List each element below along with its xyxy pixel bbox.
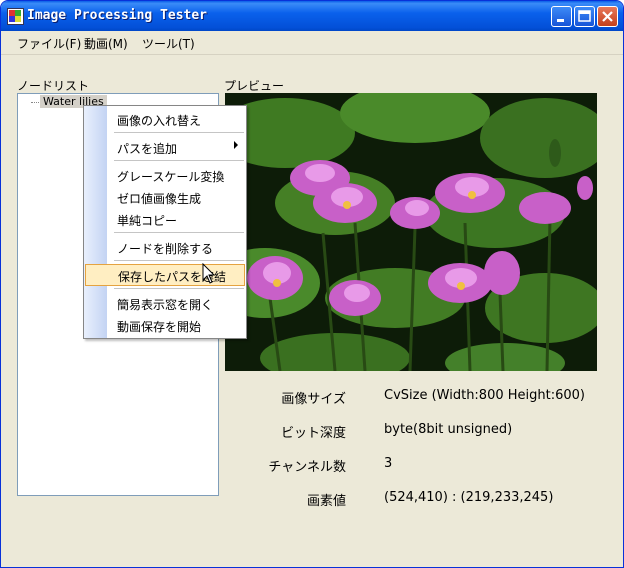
menu-tools[interactable]: ツール(T) (142, 35, 195, 52)
main-window: Image Processing Tester ファイル(F) 動画(M) ツー… (0, 0, 624, 568)
menu-separator (114, 160, 244, 161)
submenu-arrow-icon (234, 141, 238, 149)
menu-item-label: 単純コピー (117, 214, 178, 228)
water-lilies-photo (225, 93, 597, 371)
minimize-button[interactable] (551, 6, 572, 27)
menu-item-connect-saved-path[interactable]: 保存したパスを連結 (85, 264, 245, 286)
menu-file[interactable]: ファイル(F) (17, 35, 81, 52)
menu-item-open-simple-window[interactable]: 簡易表示窓を開く (84, 292, 246, 314)
menu-item-delete-node[interactable]: ノードを削除する (84, 236, 246, 258)
menu-item-grayscale[interactable]: グレースケール変換 (84, 164, 246, 186)
menu-item-start-video-save[interactable]: 動画保存を開始 (84, 314, 246, 336)
pixel-value-label: 画素値 (306, 494, 346, 509)
maximize-icon (578, 10, 591, 22)
close-icon (602, 11, 613, 22)
channel-count-label: チャンネル数 (268, 460, 346, 475)
menu-separator (114, 288, 244, 289)
menu-item-label: ノードを削除する (117, 242, 214, 256)
node-list-label: ノードリスト (17, 79, 90, 93)
menu-item-swap-image[interactable]: 画像の入れ替え (84, 108, 246, 130)
app-icon[interactable] (7, 8, 24, 25)
pixel-value-value: (524,410) : (219,233,245) (384, 490, 554, 505)
close-button[interactable] (597, 6, 618, 27)
bit-depth-label: ビット深度 (280, 426, 346, 441)
mouse-cursor-icon (202, 263, 216, 284)
menu-item-zero-image[interactable]: ゼロ値画像生成 (84, 186, 246, 208)
menu-item-label: 動画保存を開始 (117, 320, 202, 334)
menu-separator (114, 132, 244, 133)
menu-video[interactable]: 動画(M) (84, 35, 128, 52)
menu-item-label: グレースケール変換 (117, 170, 225, 184)
menu-item-label: ゼロ値画像生成 (117, 192, 202, 206)
menu-bar: ファイル(F) 動画(M) ツール(T) (1, 31, 623, 55)
menu-item-label: 画像の入れ替え (117, 114, 202, 128)
image-size-value: CvSize (Width:800 Height:600) (384, 388, 585, 403)
menu-separator (114, 260, 244, 261)
preview-image[interactable] (225, 93, 597, 371)
image-size-label: 画像サイズ (281, 392, 346, 407)
minimize-icon (557, 19, 564, 22)
menu-separator (114, 232, 244, 233)
context-menu: 画像の入れ替え パスを追加 グレースケール変換 ゼロ値画像生成 単純コピー ノー… (83, 105, 247, 339)
channel-count-value: 3 (384, 456, 393, 471)
menu-item-label: 簡易表示窓を開く (117, 298, 214, 312)
maximize-button[interactable] (574, 6, 595, 27)
bit-depth-value: byte(8bit unsigned) (384, 422, 513, 437)
preview-label: プレビュー (224, 79, 285, 93)
menu-item-add-path[interactable]: パスを追加 (84, 136, 246, 158)
menu-item-simple-copy[interactable]: 単純コピー (84, 208, 246, 230)
menu-item-label: パスを追加 (117, 142, 178, 156)
window-title: Image Processing Tester (27, 8, 208, 23)
title-bar[interactable]: Image Processing Tester (1, 1, 623, 31)
